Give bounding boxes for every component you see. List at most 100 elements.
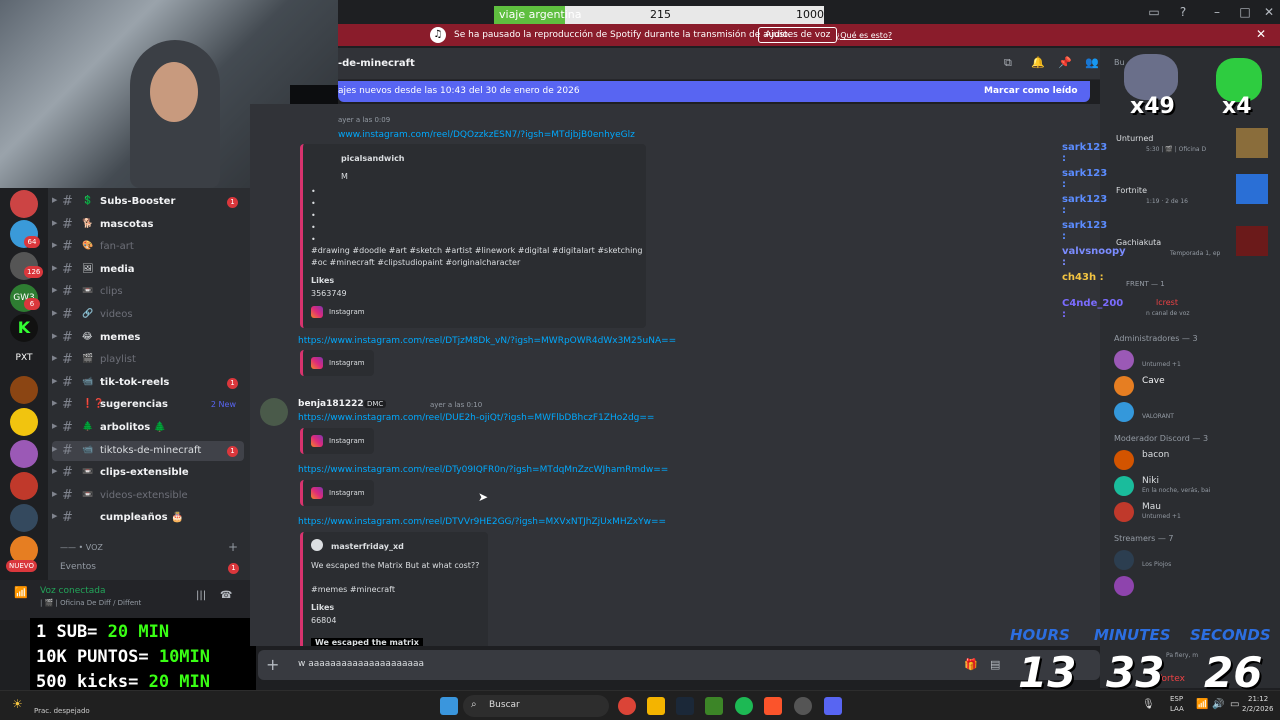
server-icon[interactable]: [10, 408, 38, 436]
channel-item[interactable]: ▶ # 📹 tik-tok-reels 1: [52, 373, 244, 393]
channel-item[interactable]: ▶ # 💲 Subs-Booster 1: [52, 192, 244, 212]
inbox-icon[interactable]: ▭: [1145, 4, 1163, 20]
server-icon[interactable]: [10, 376, 38, 404]
channel-item[interactable]: ▶ # 🖼 media: [52, 260, 244, 280]
channel-item[interactable]: ▶ # 🌲 arbolitos 🌲: [52, 418, 244, 438]
events-badge: 1: [228, 563, 239, 574]
channel-item[interactable]: ▶ # cumpleaños 🎂: [52, 508, 244, 528]
channel-item[interactable]: ▶ # 📼 clips: [52, 282, 244, 302]
volume-icon[interactable]: 🔊: [1212, 699, 1224, 710]
embed-author[interactable]: masterfriday_xd: [331, 542, 404, 551]
hash-icon: #: [62, 194, 73, 209]
message-author[interactable]: benja181222: [298, 399, 364, 409]
server-pxt-icon[interactable]: PXT: [10, 344, 38, 372]
member-item[interactable]: Cave: [1114, 374, 1274, 398]
message-input-text[interactable]: w aaaaaaaaaaaaaaaaaaaaa: [298, 659, 424, 669]
language-indicator[interactable]: ESP: [1170, 695, 1183, 703]
close-window-button[interactable]: ✕: [1260, 4, 1278, 20]
channel-item[interactable]: ▶ # 🐕 mascotas: [52, 215, 244, 235]
member-list-icon[interactable]: 👥: [1085, 56, 1099, 69]
avatar[interactable]: [260, 398, 288, 426]
member-item[interactable]: Mau Unturned +1: [1114, 500, 1274, 524]
add-channel-icon[interactable]: +: [228, 540, 238, 554]
taskbar-search[interactable]: ⌕ Buscar: [463, 695, 609, 717]
channel-name: memes: [100, 331, 141, 343]
member-item[interactable]: Niki En la noche, verás, bai: [1114, 474, 1274, 498]
member-status: Los Piojos: [1142, 561, 1172, 568]
channel-item[interactable]: ▶ # 📼 clips-extensible: [52, 463, 244, 483]
channel-item[interactable]: ▶ # 📹 tiktoks-de-minecraft 1: [52, 440, 244, 461]
member-item[interactable]: Unturned +1: [1114, 348, 1274, 372]
minecraft-icon[interactable]: [705, 697, 723, 715]
message-link[interactable]: https://www.instagram.com/reel/DUE2h-oji…: [298, 413, 654, 423]
noise-suppression-icon[interactable]: |||: [196, 590, 206, 601]
discord-icon[interactable]: [824, 697, 842, 715]
member-item[interactable]: bacon: [1114, 448, 1274, 472]
member-name[interactable]: lcrest: [1156, 298, 1178, 307]
message-input-box[interactable]: + w aaaaaaaaaaaaaaaaaaaaa 🎁 ▤ ⌗: [258, 650, 1100, 680]
maximize-button[interactable]: □: [1236, 4, 1254, 20]
channel-emoji: 📹: [82, 376, 94, 387]
server-icon[interactable]: [10, 190, 38, 218]
stream-promo-overlay: 1 SUB= 20 MIN 10K PUNTOS= 10MIN 500 kick…: [30, 618, 256, 696]
pin-icon[interactable]: 📌: [1058, 56, 1072, 69]
channel-item[interactable]: ▶ # 🎨 fan-art: [52, 237, 244, 257]
member-name: Mau: [1142, 502, 1161, 512]
folder-icon[interactable]: [647, 697, 665, 715]
avatar: [1114, 450, 1134, 470]
mark-as-read-button[interactable]: Marcar como leído: [984, 86, 1078, 96]
member-item[interactable]: VALORANT: [1114, 400, 1274, 424]
voice-channel-name: | 🎬 | Oficina De Diff / Diffent: [40, 599, 142, 607]
search-input[interactable]: Bu: [1114, 58, 1125, 67]
message-link[interactable]: www.instagram.com/reel/DQOzzkzESN7/?igsh…: [338, 130, 635, 140]
add-attachment-icon[interactable]: +: [266, 655, 279, 674]
member-item[interactable]: Los Piojos: [1114, 548, 1274, 572]
kick-server-icon[interactable]: K: [10, 314, 38, 342]
new-messages-banner[interactable]: ajes nuevos desde las 10:43 del 30 de en…: [338, 81, 1090, 102]
gift-icon[interactable]: 🎁: [964, 658, 978, 671]
disconnect-icon[interactable]: ☎: [220, 590, 232, 601]
server-icon[interactable]: [10, 440, 38, 468]
mic-icon[interactable]: 🎙: [1142, 699, 1155, 710]
likes-label: Likes: [311, 603, 335, 612]
server-icon[interactable]: [10, 472, 38, 500]
bell-icon[interactable]: 🔔: [1031, 56, 1045, 69]
voice-category[interactable]: —— • VOZ: [60, 543, 103, 552]
steam-icon[interactable]: [676, 697, 694, 715]
channel-item[interactable]: ▶ # ❗❓ sugerencias 2 New: [52, 395, 244, 415]
events-item[interactable]: Eventos: [60, 562, 96, 572]
clock-time[interactable]: 21:12: [1248, 695, 1268, 703]
message-link[interactable]: https://www.instagram.com/reel/DTjzM8Dk_…: [298, 336, 676, 346]
embed-author[interactable]: picalsandwich: [341, 154, 405, 163]
channel-item[interactable]: ▶ # 😂 memes: [52, 328, 244, 348]
close-icon[interactable]: ✕: [1256, 27, 1266, 41]
gif-icon[interactable]: ▤: [990, 658, 1000, 671]
windows-start-icon[interactable]: [440, 697, 458, 715]
voice-settings-button[interactable]: Ajustes de voz: [758, 27, 838, 43]
help-icon[interactable]: ?: [1174, 4, 1192, 20]
minimize-button[interactable]: –: [1208, 4, 1226, 20]
what-is-this-link[interactable]: ¿Qué es esto?: [836, 31, 892, 40]
voice-connected-title: Voz conectada: [40, 586, 106, 596]
member-item[interactable]: [1114, 574, 1274, 598]
server-icon[interactable]: [10, 504, 38, 532]
channel-item[interactable]: ▶ # 📼 videos-extensible: [52, 486, 244, 506]
hash-icon: #: [62, 420, 73, 435]
promo-line: 10K PUNTOS= 10MIN: [36, 647, 211, 667]
obs-icon[interactable]: [794, 697, 812, 715]
weather-icon[interactable]: ☀: [12, 697, 23, 711]
instagram-embed: Instagram: [300, 480, 374, 506]
wifi-icon[interactable]: 📶: [1196, 699, 1208, 710]
spotify-icon[interactable]: [735, 697, 753, 715]
channel-item[interactable]: ▶ # 🔗 videos: [52, 305, 244, 325]
message-link[interactable]: https://www.instagram.com/reel/DTVVr9HE2…: [298, 517, 666, 527]
chrome-icon[interactable]: [618, 697, 636, 715]
search-label: Buscar: [489, 700, 520, 710]
brave-icon[interactable]: [764, 697, 782, 715]
threads-icon[interactable]: ⧉: [1004, 56, 1012, 70]
spotify-message: Se ha pausado la reproducción de Spotify…: [454, 30, 791, 40]
channel-item[interactable]: ▶ # 🎬 playlist: [52, 350, 244, 370]
battery-icon[interactable]: ▭: [1230, 699, 1239, 710]
message-link[interactable]: https://www.instagram.com/reel/DTy09IQFR…: [298, 465, 668, 475]
instagram-label: Instagram: [329, 489, 365, 497]
